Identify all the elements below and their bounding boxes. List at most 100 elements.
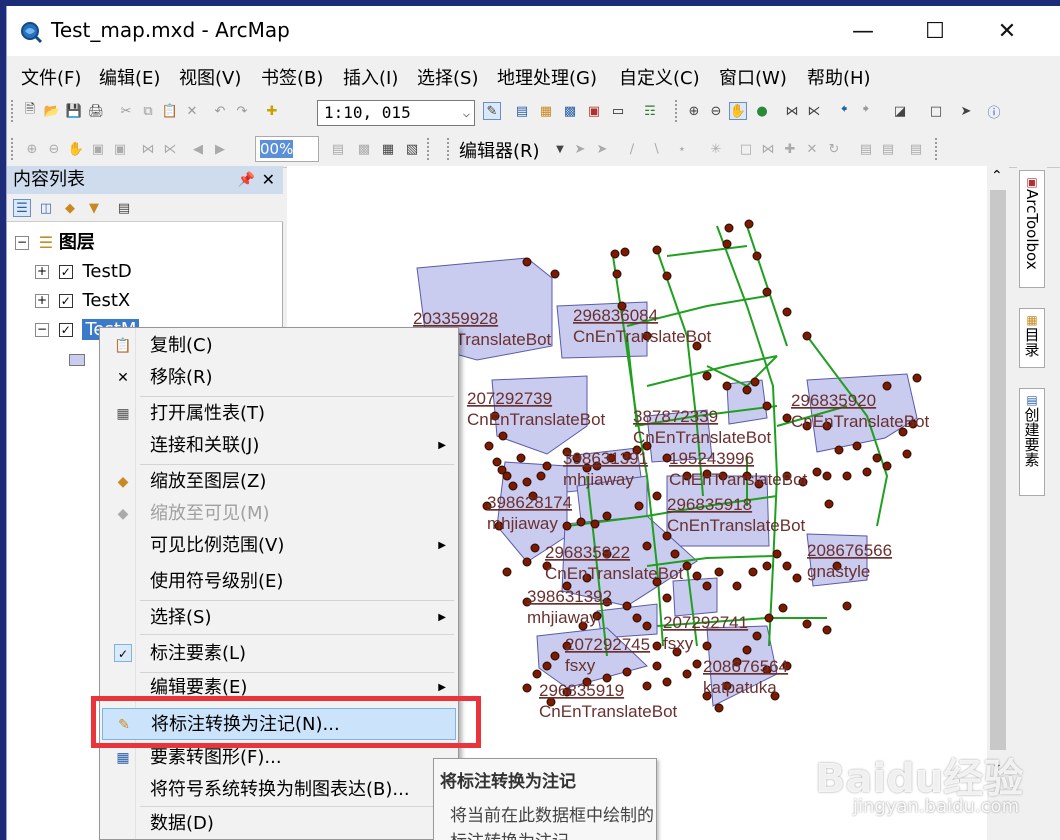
list-by-source-icon[interactable]: ◫ — [37, 199, 55, 217]
layout-zoom-combo[interactable]: 00% — [255, 136, 319, 162]
open-icon[interactable]: 📂 — [43, 102, 61, 120]
zoom-100-icon[interactable]: ▣ — [111, 140, 129, 158]
undo-icon[interactable]: ↶ — [211, 102, 229, 120]
forward-extent-icon[interactable]: 🠺 — [857, 102, 875, 120]
toolbar-grip[interactable] — [447, 138, 451, 160]
select-elements-icon[interactable]: ➤ — [957, 102, 975, 120]
fixed-zoom-in-layout-icon[interactable]: ⋈ — [139, 140, 157, 158]
add-data-icon[interactable]: ✚ — [263, 102, 281, 120]
edit-vertices-icon[interactable]: □ — [737, 140, 755, 158]
tab-catalog[interactable]: ▦ 目录 — [1019, 308, 1045, 368]
menu-item-visible-scale-range[interactable]: 可见比例范围(V) ▶ — [102, 530, 456, 562]
menu-help[interactable]: 帮助(H) — [807, 64, 871, 90]
map-vertical-scrollbar[interactable]: ⌃ ⌄ — [987, 166, 1009, 776]
rotate-icon[interactable]: ↻ — [825, 140, 843, 158]
arctoolbox-icon[interactable]: ▣ — [585, 102, 603, 120]
toggle-draft-icon[interactable]: ▤ — [329, 140, 347, 158]
layout-zoom-out-icon[interactable]: ⊖ — [45, 140, 63, 158]
toolbar-grip[interactable] — [675, 100, 679, 122]
zoom-out-icon[interactable]: ⊖ — [707, 102, 725, 120]
menu-windows[interactable]: 窗口(W) — [719, 64, 787, 90]
list-by-selection-icon[interactable]: ▼ — [85, 199, 103, 217]
menu-view[interactable]: 视图(V) — [179, 64, 241, 90]
fixed-zoom-out-layout-icon[interactable]: ⋉ — [161, 140, 179, 158]
edit-annotation-icon[interactable]: ➤ — [593, 140, 611, 158]
menu-item-zoom-to-visible[interactable]: ◆ 缩放至可见(M) — [102, 498, 456, 530]
toolbar-grip[interactable] — [11, 100, 15, 122]
menu-item-open-attribute-table[interactable]: ▦ 打开属性表(T) — [102, 398, 456, 430]
toolbar-grip[interactable] — [427, 138, 431, 160]
create-features-icon[interactable]: ▤ — [907, 140, 925, 158]
change-layout-icon[interactable]: ▦ — [379, 140, 397, 158]
zoom-whole-page-icon[interactable]: ▣ — [89, 140, 107, 158]
menu-item-remove[interactable]: ✕ 移除(R) — [102, 362, 456, 394]
layer-row-testx[interactable]: + ✓ TestX — [35, 288, 130, 314]
menu-item-copy[interactable]: 📋 复制(C) — [102, 330, 456, 362]
clear-selection-icon[interactable]: □ — [927, 102, 945, 120]
tab-arctoolbox[interactable]: ▣ ArcToolbox — [1019, 170, 1045, 288]
zoom-in-icon[interactable]: ⊕ — [685, 102, 703, 120]
scrollbar-thumb[interactable] — [990, 190, 1006, 750]
chevron-down-icon[interactable]: ▼ — [551, 140, 569, 158]
menu-bookmarks[interactable]: 书签(B) — [261, 64, 323, 90]
straight-segment-icon[interactable]: ∕ — [623, 140, 641, 158]
split-icon[interactable]: ✕ — [803, 140, 821, 158]
menu-selection[interactable]: 选择(S) — [417, 64, 478, 90]
model-builder-icon[interactable]: ☶ — [641, 102, 659, 120]
python-window-icon[interactable]: ▭ — [609, 102, 627, 120]
search-window-icon[interactable]: ▩ — [561, 102, 579, 120]
toolbar-grip[interactable] — [935, 138, 939, 160]
menu-insert[interactable]: 插入(I) — [343, 64, 398, 90]
editor-menu[interactable]: 编辑器(R) — [459, 137, 540, 163]
identify-icon[interactable]: ⓘ — [985, 102, 1003, 121]
menu-edit[interactable]: 编辑(E) — [99, 64, 160, 90]
cut-icon[interactable]: ✂ — [117, 102, 135, 120]
data-driven-pages-icon[interactable]: ▧ — [403, 140, 421, 158]
paste-icon[interactable]: 📋 — [161, 102, 179, 120]
list-by-visibility-icon[interactable]: ◆ — [61, 199, 79, 217]
layer-visibility-checkbox[interactable]: ✓ — [58, 265, 73, 279]
menu-customize[interactable]: 自定义(C) — [619, 64, 700, 90]
go-forward-icon[interactable]: ▶ — [211, 140, 229, 158]
close-button[interactable]: ✕ — [971, 6, 1043, 56]
editor-toolbar-icon[interactable]: ✎ — [483, 102, 501, 120]
collapse-icon[interactable]: − — [35, 323, 49, 337]
reshape-icon[interactable]: ⋈ — [759, 140, 777, 158]
scroll-up-icon[interactable]: ⌃ — [991, 168, 1003, 184]
polygon-symbol-swatch[interactable] — [69, 354, 85, 366]
menu-item-label-features[interactable]: ✓ 标注要素(L) — [102, 638, 456, 670]
fixed-zoom-out-icon[interactable]: ⋉ — [805, 102, 823, 120]
expand-icon[interactable]: + — [35, 294, 49, 308]
fixed-zoom-in-icon[interactable]: ⋈ — [783, 102, 801, 120]
menu-geoprocessing[interactable]: 地理处理(G) — [497, 64, 597, 90]
edit-tool-icon[interactable]: ➤ — [571, 140, 589, 158]
menu-item-joins-relates[interactable]: 连接和关联(J) ▶ — [102, 430, 456, 462]
expand-icon[interactable]: + — [35, 265, 49, 279]
save-icon[interactable]: 💾 — [65, 102, 83, 120]
new-document-icon[interactable]: 🗎 — [21, 102, 39, 120]
map-scale-combo[interactable]: 1:10, 015 ⌵ — [317, 100, 475, 126]
layer-visibility-checkbox[interactable]: ✓ — [58, 294, 73, 308]
go-back-icon[interactable]: ◀ — [189, 140, 207, 158]
redo-icon[interactable]: ↷ — [233, 102, 251, 120]
minimize-button[interactable]: — — [827, 6, 899, 56]
focus-data-frame-icon[interactable]: ▩ — [355, 140, 373, 158]
menu-item-convert-symbology[interactable]: 将符号系统转换为制图表达(B)... — [102, 774, 456, 806]
cut-polygons-icon[interactable]: ✚ — [781, 140, 799, 158]
catalog-icon[interactable]: ▦ — [537, 102, 555, 120]
toolbar-grip[interactable] — [11, 138, 15, 160]
select-features-icon[interactable]: ◪ — [891, 102, 909, 120]
print-icon[interactable]: 🖨 — [87, 102, 105, 120]
layer-row-testd[interactable]: + ✓ TestD — [35, 259, 132, 285]
pan-icon[interactable]: ✋ — [729, 102, 747, 120]
back-extent-icon[interactable]: 🠸 — [835, 102, 853, 120]
layer-visibility-checkbox[interactable]: ✓ — [58, 323, 73, 337]
point-icon[interactable]: ✳ — [707, 140, 725, 158]
maximize-button[interactable]: ☐ — [899, 6, 971, 56]
delete-icon[interactable]: ✕ — [183, 102, 201, 120]
layers-root[interactable]: − ☰ 图层 — [15, 230, 95, 256]
menu-item-data[interactable]: 数据(D) — [102, 808, 456, 840]
layout-zoom-in-icon[interactable]: ⊕ — [23, 140, 41, 158]
menu-item-zoom-to-layer[interactable]: ◆ 缩放至图层(Z) — [102, 466, 456, 498]
sketch-properties-icon[interactable]: ▤ — [879, 140, 897, 158]
